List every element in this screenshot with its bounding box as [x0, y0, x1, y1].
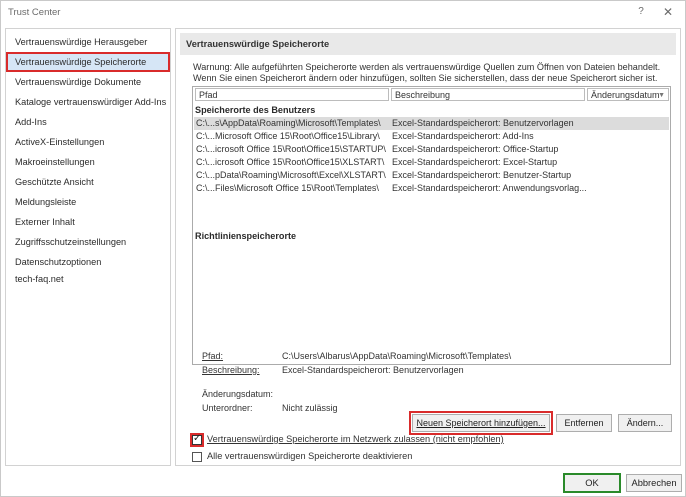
row-path: C:\...pData\Roaming\Microsoft\Excel\XLST…: [196, 170, 386, 180]
table-row[interactable]: C:\...Files\Microsoft Office 15\Root\Tem…: [194, 182, 669, 195]
table-row[interactable]: C:\...icrosoft Office 15\Root\Office15\X…: [194, 156, 669, 169]
user-locations-group-label: Speicherorte des Benutzers: [195, 105, 316, 115]
title-bar: Trust Center ? ✕: [1, 1, 685, 23]
table-row[interactable]: C:\...s\AppData\Roaming\Microsoft\Templa…: [194, 117, 669, 130]
help-icon[interactable]: ?: [630, 4, 652, 20]
checkmark-icon: ✓: [193, 433, 202, 444]
add-location-button[interactable]: Neuen Speicherort hinzufügen...: [409, 411, 553, 435]
row-description: Excel-Standardspeicherort: Benutzervorla…: [392, 118, 574, 128]
ok-button[interactable]: OK: [563, 473, 621, 493]
sidebar-item-macro-settings[interactable]: Makroeinstellungen: [6, 152, 170, 172]
cancel-button[interactable]: Abbrechen: [626, 474, 682, 492]
window-title: Trust Center: [8, 7, 61, 18]
remove-location-button[interactable]: Entfernen: [556, 414, 612, 432]
sort-arrow-icon: ▼: [658, 92, 665, 99]
row-description: Excel-Standardspeicherort: Benutzer-Star…: [392, 170, 572, 180]
trusted-locations-list[interactable]: Pfad Beschreibung Änderungsdatum ▼ Speic…: [192, 86, 671, 365]
main-panel: Vertrauenswürdige Speicherorte Warnung: …: [175, 28, 681, 466]
table-row[interactable]: C:\...Microsoft Office 15\Root\Office15\…: [194, 130, 669, 143]
detail-subfolders-label: Unterordner:: [202, 403, 253, 413]
row-path: C:\...Microsoft Office 15\Root\Office15\…: [196, 131, 380, 141]
column-header-path[interactable]: Pfad: [195, 88, 389, 101]
row-description: Excel-Standardspeicherort: Office-Startu…: [392, 144, 559, 154]
category-sidebar: Vertrauenswürdige Herausgeber Vertrauens…: [5, 28, 171, 466]
row-path: C:\...Files\Microsoft Office 15\Root\Tem…: [196, 183, 379, 193]
change-location-button[interactable]: Ändern...: [618, 414, 672, 432]
row-description: Excel-Standardspeicherort: Add-Ins: [392, 131, 534, 141]
sidebar-item-file-block-settings[interactable]: Zugriffsschutzeinstellungen: [6, 232, 170, 252]
sidebar-item-addins[interactable]: Add-Ins: [6, 112, 170, 132]
sidebar-item-activex-settings[interactable]: ActiveX-Einstellungen: [6, 132, 170, 152]
column-header-date[interactable]: Änderungsdatum ▼: [587, 88, 669, 101]
detail-description-value: Excel-Standardspeicherort: Benutzervorla…: [282, 365, 464, 375]
allow-network-checkbox[interactable]: ✓: [190, 433, 204, 447]
sidebar-item-protected-view[interactable]: Geschützte Ansicht: [6, 172, 170, 192]
detail-date-label: Änderungsdatum:: [202, 389, 274, 399]
detail-path-value: C:\Users\Albarus\AppData\Roaming\Microso…: [282, 351, 512, 361]
trust-center-dialog: Trust Center ? ✕ Vertrauenswürdige Herau…: [0, 0, 686, 497]
allow-network-label: Vertrauenswürdige Speicherorte im Netzwe…: [207, 434, 504, 444]
sidebar-item-trusted-documents[interactable]: Vertrauenswürdige Dokumente: [6, 72, 170, 92]
sidebar-item-message-bar[interactable]: Meldungsleiste: [6, 192, 170, 212]
row-path: C:\...icrosoft Office 15\Root\Office15\X…: [196, 157, 385, 167]
detail-subfolders-value: Nicht zulässig: [282, 403, 338, 413]
row-path: C:\...icrosoft Office 15\Root\Office15\S…: [196, 144, 386, 154]
table-row[interactable]: C:\...icrosoft Office 15\Root\Office15\S…: [194, 143, 669, 156]
sidebar-item-trusted-addin-catalogs[interactable]: Kataloge vertrauenswürdiger Add-Ins: [6, 92, 170, 112]
warning-text: Warnung: Alle aufgeführten Speicherorte …: [193, 62, 661, 83]
row-description: Excel-Standardspeicherort: Excel-Startup: [392, 157, 558, 167]
table-row[interactable]: C:\...pData\Roaming\Microsoft\Excel\XLST…: [194, 169, 669, 182]
detail-path-label: Pfad:: [202, 351, 224, 361]
row-path: C:\...s\AppData\Roaming\Microsoft\Templa…: [196, 118, 381, 128]
disable-all-checkbox[interactable]: [192, 452, 202, 462]
detail-description-label: Beschreibung:: [202, 365, 260, 375]
sidebar-item-trusted-locations[interactable]: Vertrauenswürdige Speicherorte: [6, 52, 170, 72]
sidebar-item-external-content[interactable]: Externer Inhalt: [6, 212, 170, 232]
policy-locations-group-label: Richtlinienspeicherorte: [195, 231, 297, 241]
row-description: Excel-Standardspeicherort: Anwendungsvor…: [392, 183, 587, 193]
close-icon[interactable]: ✕: [657, 4, 679, 20]
column-header-description[interactable]: Beschreibung: [391, 88, 585, 101]
sidebar-item-trusted-publishers[interactable]: Vertrauenswürdige Herausgeber: [6, 32, 170, 52]
section-title: Vertrauenswürdige Speicherorte: [180, 33, 676, 55]
disable-all-label: Alle vertrauenswürdigen Speicherorte dea…: [207, 451, 413, 461]
sidebar-item-tech-faq[interactable]: tech-faq.net: [6, 269, 170, 289]
